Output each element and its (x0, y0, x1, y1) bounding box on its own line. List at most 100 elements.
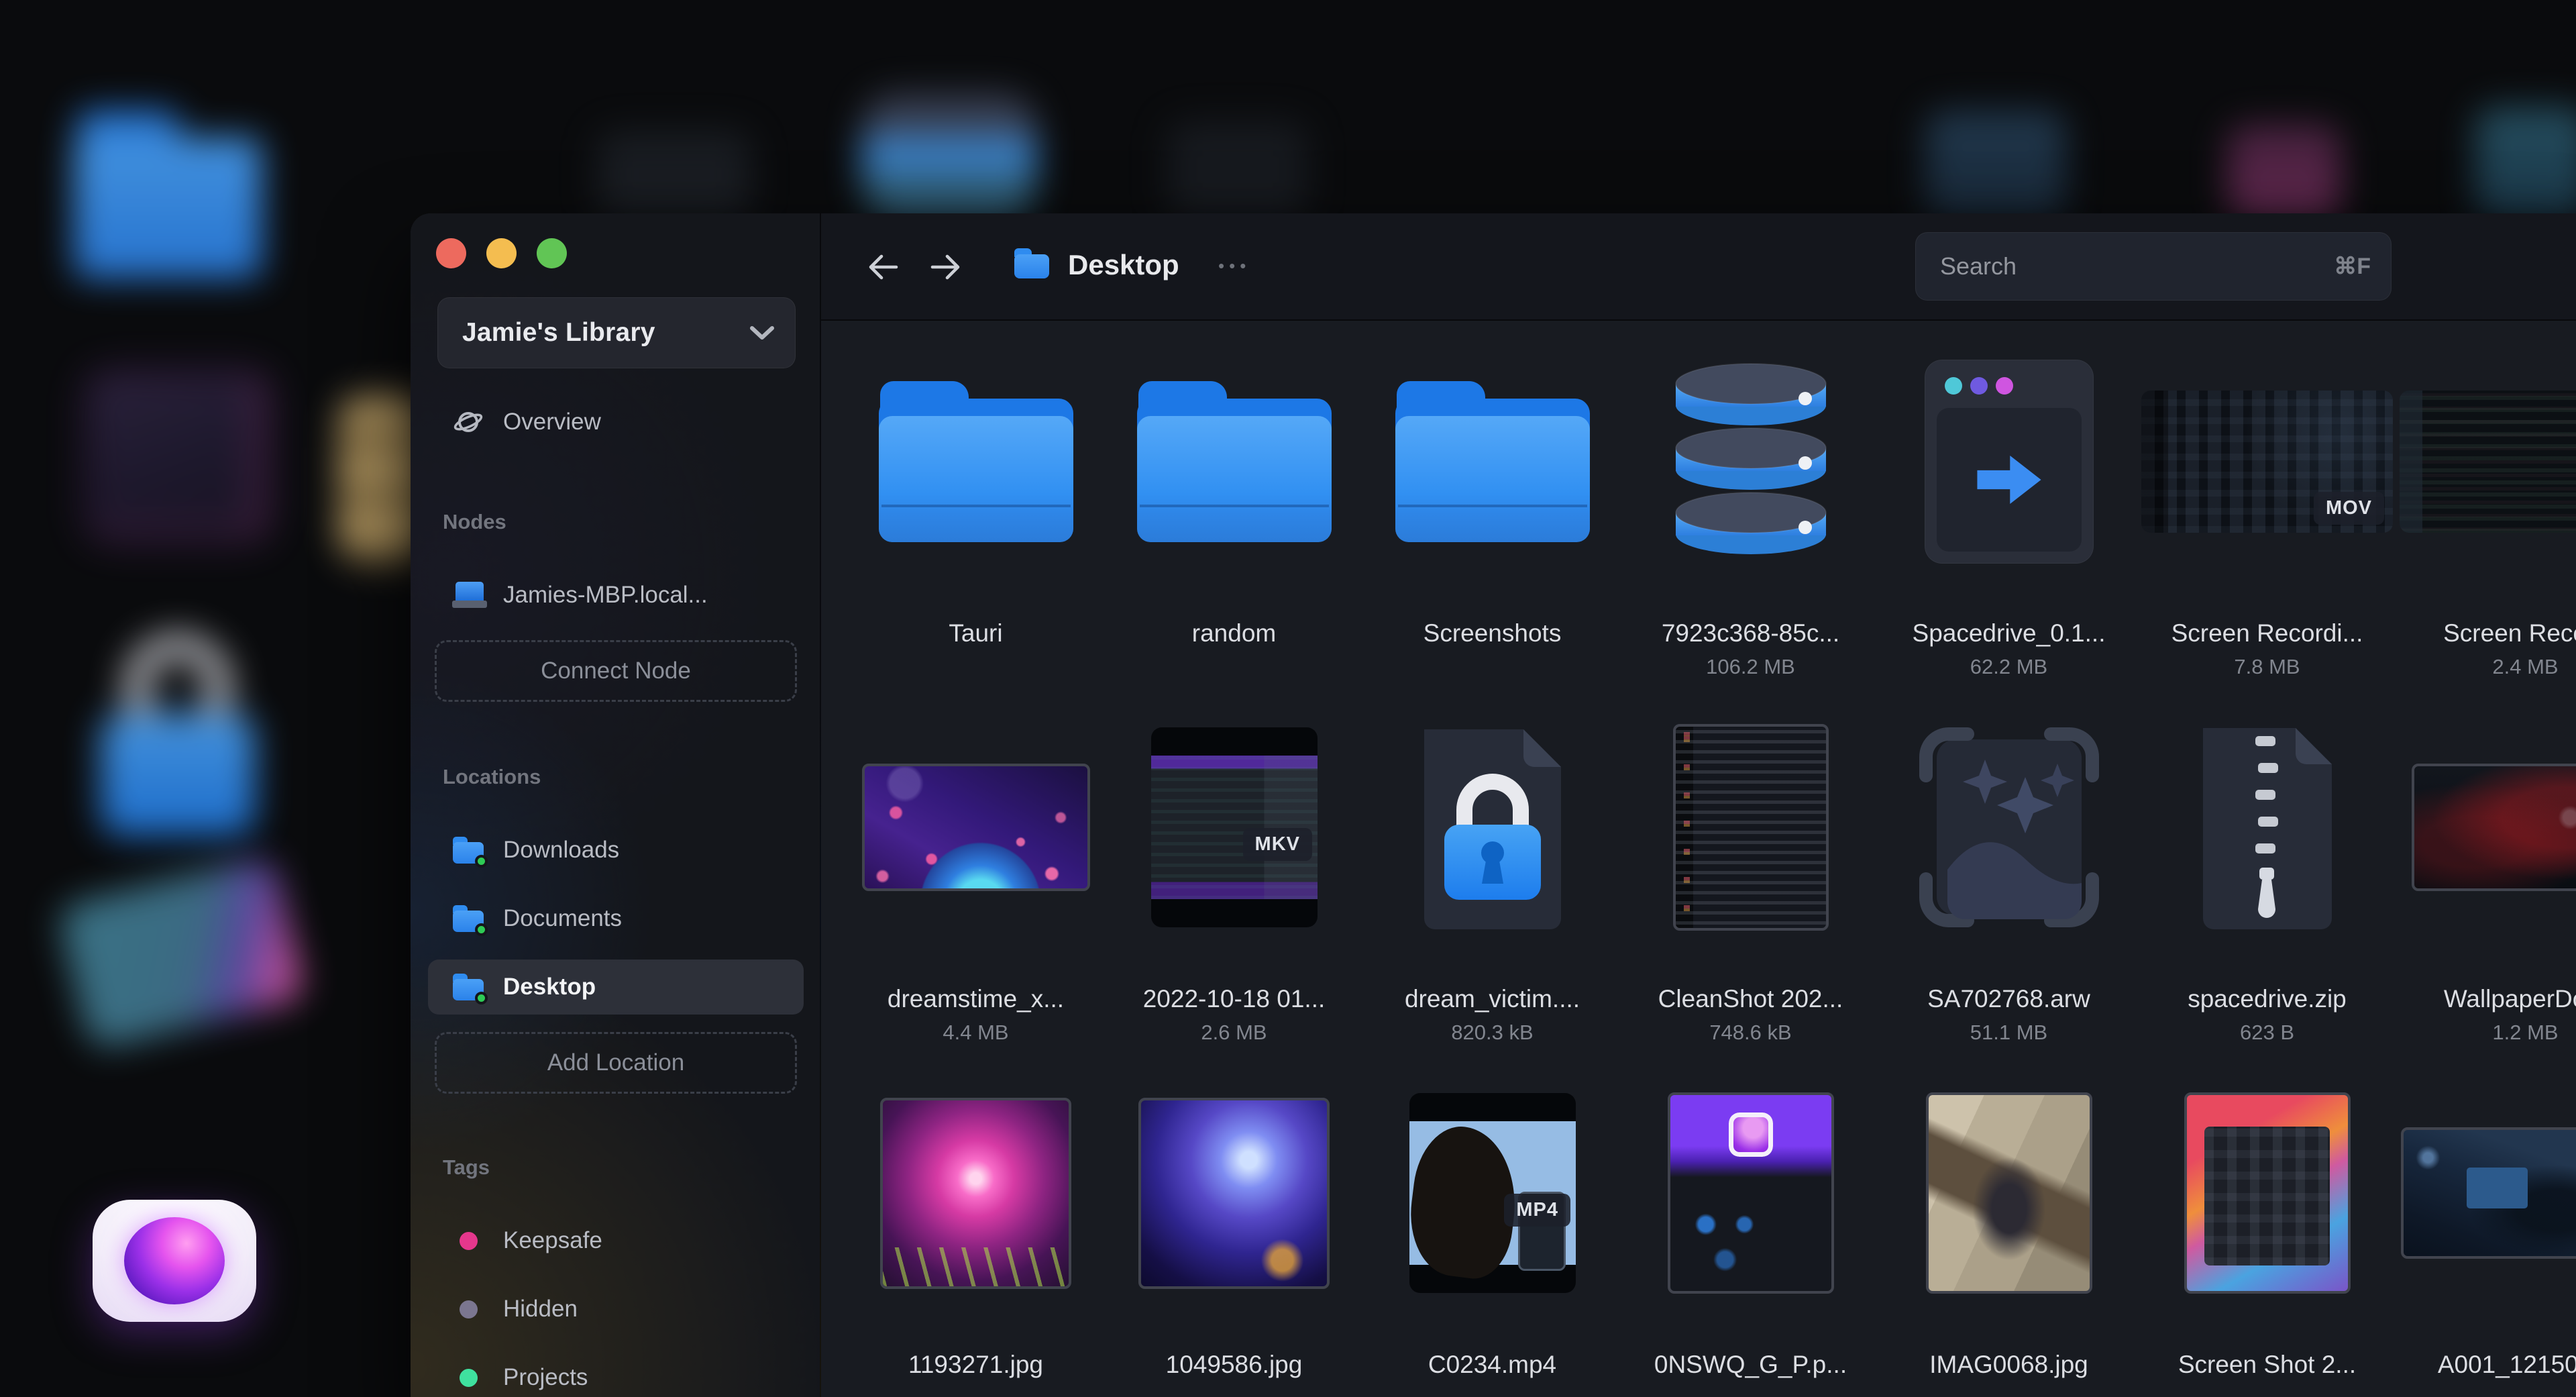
spacedrive-app-icon[interactable] (93, 1200, 256, 1322)
tag-dot-icon (459, 1300, 478, 1318)
sidebar-section-title: Tags (443, 1155, 490, 1179)
image-thumbnail (2184, 1092, 2351, 1294)
chevron-down-icon (750, 326, 774, 340)
file-card[interactable]: IMAG0068.jpg (1880, 1052, 2138, 1397)
sidebar-item-desktop[interactable]: Desktop (428, 960, 804, 1015)
arrow-right-icon (1976, 456, 2041, 504)
file-card[interactable]: 0NSWQ_G_P.p... (1621, 1052, 1880, 1397)
image-thumbnail (1672, 724, 1829, 931)
blurred-desktop-item (2227, 124, 2341, 218)
file-name: A001_121507... (2437, 1351, 2576, 1378)
file-card[interactable]: MP4 C0234.mp4 (1363, 1052, 1621, 1397)
sidebar-item-hidden[interactable]: Hidden (428, 1282, 804, 1337)
file-card[interactable]: Tauri (847, 321, 1105, 686)
image-thumbnail (1667, 1092, 1834, 1294)
search-shortcut: ⌘F (2334, 254, 2371, 279)
file-card[interactable]: MOV Screen Recordi... 7.8 MB (2138, 321, 2396, 686)
back-button[interactable] (864, 250, 902, 284)
file-card[interactable]: SA702768.arw 51.1 MB (1880, 686, 2138, 1052)
sidebar-section: Locations Downloads Documents Desktop Ad… (428, 764, 804, 1094)
video-thumbnail (1409, 1093, 1576, 1293)
file-card[interactable]: MKV 2022-10-18 01... 2.6 MB (1105, 686, 1363, 1052)
blurred-desktop-item (597, 131, 751, 218)
file-card[interactable]: dreamstime_x... 4.4 MB (847, 686, 1105, 1052)
tag-dot-icon (459, 1368, 478, 1387)
file-name: CleanShot 202... (1658, 985, 1843, 1013)
connect-node-button[interactable]: Connect Node (435, 640, 797, 702)
library-selector[interactable]: Jamie's Library (437, 297, 796, 368)
file-card[interactable]: A001_121507... (2396, 1052, 2576, 1397)
file-name: IMAG0068.jpg (1929, 1351, 2088, 1378)
folder-icon (452, 837, 488, 868)
file-name: C0234.mp4 (1428, 1351, 1557, 1378)
folder-icon (1014, 248, 1049, 278)
image-thumbnail (1925, 1092, 2092, 1294)
close-button[interactable] (436, 238, 466, 268)
add-location-button[interactable]: Add Location (435, 1032, 797, 1094)
file-size: 820.3 kB (1451, 1021, 1534, 1044)
topbar: Desktop ••• ⌘F (821, 213, 2576, 321)
minimize-button[interactable] (486, 238, 517, 268)
file-card[interactable]: 7923c368-85c... 106.2 MB (1621, 321, 1880, 686)
file-size: 1.2 MB (2492, 1021, 2559, 1044)
blurred-desktop-item (1925, 111, 2066, 218)
file-card[interactable]: CleanShot 202... 748.6 kB (1621, 686, 1880, 1052)
dot-icon (1995, 377, 2013, 395)
zoom-button[interactable] (537, 238, 567, 268)
video-thumbnail (2400, 391, 2576, 533)
window-controls (436, 238, 567, 268)
spacedrive-orb-icon (124, 1217, 225, 1304)
library-name: Jamie's Library (462, 318, 655, 347)
more-options-icon[interactable]: ••• (1218, 251, 1250, 280)
folder-icon (1136, 381, 1332, 542)
image-thumbnail (861, 764, 1090, 891)
file-card[interactable]: Screen Shot 2... (2138, 1052, 2396, 1397)
blurred-lock-icon (101, 634, 255, 842)
database-icon (1674, 363, 1827, 554)
format-badge: MOV (2313, 492, 2384, 525)
file-card[interactable]: Screenshots (1363, 321, 1621, 686)
file-size: 623 B (2239, 1021, 2294, 1044)
file-card[interactable]: dream_victim.... 820.3 kB (1363, 686, 1621, 1052)
file-name: Tauri (949, 619, 1003, 647)
file-name: 0NSWQ_G_P.p... (1654, 1351, 1847, 1378)
sidebar-section-title: Locations (443, 765, 541, 788)
folder-icon (1395, 381, 1590, 542)
dot-icon (1970, 377, 1988, 395)
zip-icon (2202, 728, 2332, 929)
file-size: 7.8 MB (2234, 655, 2300, 678)
file-card[interactable]: random (1105, 321, 1363, 686)
sidebar-item-projects[interactable]: Projects (428, 1350, 804, 1397)
forward-button[interactable] (927, 250, 965, 284)
sidebar-item-label: Projects (503, 1364, 588, 1390)
raw-photo-icon (1919, 727, 2099, 927)
file-size: 51.1 MB (1970, 1021, 2048, 1044)
file-card[interactable]: WallpaperDo... 1.2 MB (2396, 686, 2576, 1052)
file-name: 2022-10-18 01... (1142, 985, 1326, 1013)
file-name: spacedrive.zip (2188, 985, 2347, 1013)
arrow-right-icon (930, 254, 960, 280)
file-name: Screenshots (1423, 619, 1562, 647)
sidebar-item-jamies-mbp-local[interactable]: Jamies-MBP.local... (428, 568, 804, 623)
file-size: 106.2 MB (1706, 655, 1795, 678)
sidebar-item-label: Jamies-MBP.local... (503, 582, 708, 608)
file-card[interactable]: spacedrive.zip 623 B (2138, 686, 2396, 1052)
sidebar-item-overview[interactable]: Overview (428, 395, 804, 450)
file-card[interactable]: 1049586.jpg (1105, 1052, 1363, 1397)
image-thumbnail (880, 1097, 1071, 1289)
grid-row: dreamstime_x... 4.4 MB MKV 2022-10-18 01… (847, 686, 2576, 1052)
sidebar-item-keepsafe[interactable]: Keepsafe (428, 1213, 804, 1268)
file-card[interactable]: 1193271.jpg (847, 1052, 1105, 1397)
folder-icon (452, 905, 488, 936)
file-size: 4.4 MB (943, 1021, 1009, 1044)
sidebar: Jamie's Library Overview Nodes Jamies-MB… (411, 213, 821, 1397)
file-name: Screen Recordi... (2171, 619, 2363, 647)
sidebar-item-documents[interactable]: Documents (428, 891, 804, 946)
file-card[interactable]: Spacedrive_0.1... 62.2 MB (1880, 321, 2138, 686)
installer-icon (1924, 360, 2094, 564)
search-input[interactable] (1940, 252, 2334, 280)
file-card[interactable]: Screen Reco... 2.4 MB (2396, 321, 2576, 686)
tag-dot-icon (459, 1231, 478, 1250)
sidebar-section-title: Nodes (443, 510, 506, 533)
sidebar-item-downloads[interactable]: Downloads (428, 823, 804, 878)
